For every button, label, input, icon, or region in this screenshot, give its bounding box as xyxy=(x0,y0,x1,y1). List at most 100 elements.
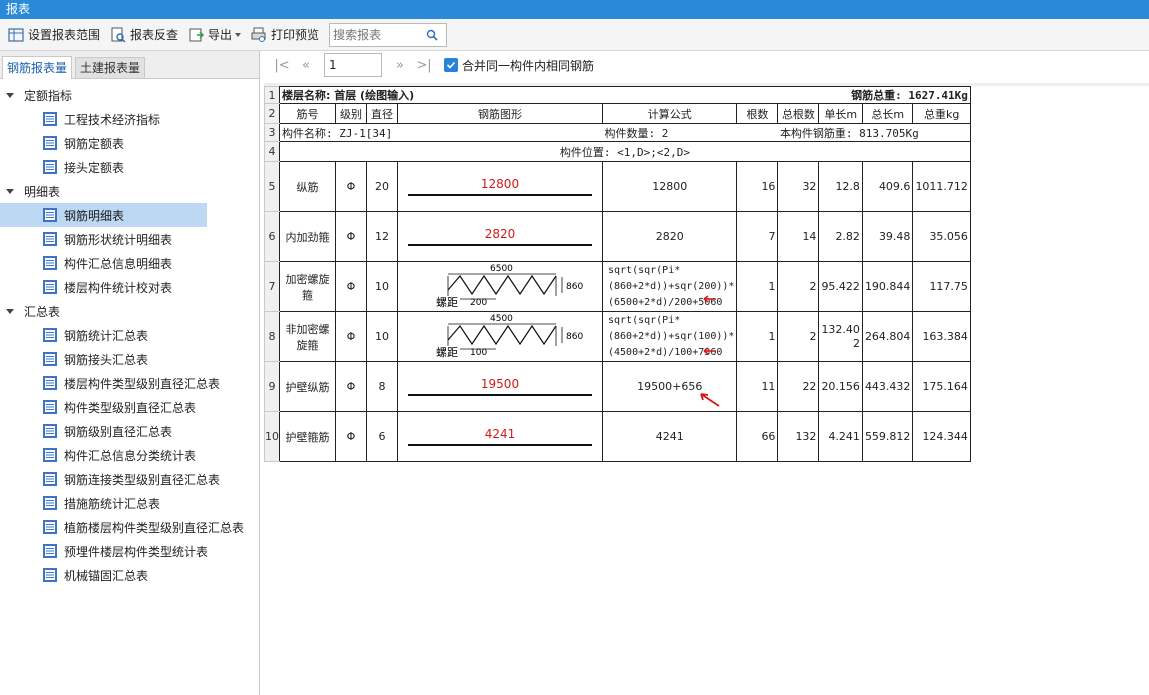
tree-item[interactable]: 植筋楼层构件类型级别直径汇总表 xyxy=(0,515,259,539)
pitch-value: 200 xyxy=(470,298,487,308)
tree-item[interactable]: 机械锚固汇总表 xyxy=(0,563,259,587)
tree-item[interactable]: 钢筋定额表 xyxy=(0,131,259,155)
tree-item[interactable]: 预埋件楼层构件类型统计表 xyxy=(0,539,259,563)
search-box[interactable] xyxy=(329,22,448,47)
bar-shape: 2820 xyxy=(397,211,603,262)
tree-item[interactable]: 构件汇总信息分类统计表 xyxy=(0,443,259,467)
component-info-row: 3 构件名称: ZJ-1[34] 构件数量: 2 本构件钢筋重: 813.705… xyxy=(264,123,971,142)
set-range-label: 设置报表范围 xyxy=(28,28,101,42)
tree-group-quota[interactable]: 定额指标 xyxy=(0,83,259,107)
tree-item[interactable]: 楼层构件统计校对表 xyxy=(0,275,259,299)
bar-shape: 4241 xyxy=(397,411,603,462)
component-name: 构件名称: ZJ-1[34] xyxy=(279,123,603,142)
table-row[interactable]: 5 纵筋 Φ 20 12800 12800 16 32 12.8 409.6 1… xyxy=(264,161,971,212)
tree-item[interactable]: 钢筋连接类型级别直径汇总表 xyxy=(0,467,259,491)
diameter: 8 xyxy=(366,361,398,412)
formula: sqrt(sqr(Pi*(860+2*d))+sqr(200))*(6500+2… xyxy=(608,264,735,308)
page-number-input[interactable]: 1 xyxy=(324,53,382,77)
col-header: 根数 xyxy=(736,103,779,124)
report-doc-icon xyxy=(43,520,57,534)
pitch-value: 100 xyxy=(470,348,487,358)
tree-item-label: 钢筋统计汇总表 xyxy=(64,328,149,343)
total-weight-cell: 117.75 xyxy=(912,261,971,312)
tree-item[interactable]: 钢筋级别直径汇总表 xyxy=(0,419,259,443)
set-range-button[interactable]: 设置报表范围 xyxy=(4,23,104,47)
count: 16 xyxy=(736,161,779,212)
col-header: 总根数 xyxy=(777,103,820,124)
bar-name: 护壁箍筋 xyxy=(279,411,336,462)
pitch-label: 螺距 xyxy=(436,346,458,358)
tree-item-label: 楼层构件统计校对表 xyxy=(64,280,173,295)
table-row[interactable]: 10 护壁箍筋 Φ 6 4241 4241 66 132 4.241 559.8… xyxy=(264,411,971,462)
search-icon[interactable] xyxy=(422,24,442,46)
tree-group-detail[interactable]: 明细表 xyxy=(0,179,259,203)
bar-name: 内加劲箍 xyxy=(279,211,336,262)
next-page-icon[interactable]: » xyxy=(388,53,412,77)
tree-item[interactable]: 措施筋统计汇总表 xyxy=(0,491,259,515)
report-reverse-icon xyxy=(111,27,126,42)
table-row[interactable]: 7 加密螺旋箍 Φ 10 6500 860 螺距 200 sqrt(sqr(Pi… xyxy=(264,261,971,312)
tab-rebar-report[interactable]: 钢筋报表量 xyxy=(2,56,73,79)
grade-symbol: Φ xyxy=(335,261,367,312)
first-page-icon[interactable]: |< xyxy=(270,53,294,77)
red-arrow-icon xyxy=(700,393,720,407)
search-input[interactable] xyxy=(330,23,423,46)
total-weight: 钢筋总重: 1627.41Kg xyxy=(777,86,971,104)
report-doc-icon xyxy=(43,256,57,270)
export-label: 导出 xyxy=(208,28,233,42)
diameter: 12 xyxy=(366,211,398,262)
total-length: 190.844 xyxy=(861,261,914,312)
tree-item[interactable]: 钢筋形状统计明细表 xyxy=(0,227,259,251)
tree-item-label: 预埋件楼层构件类型统计表 xyxy=(64,544,209,559)
expand-arrow-icon[interactable] xyxy=(6,308,14,314)
grade-symbol: Φ xyxy=(335,361,367,412)
expand-arrow-icon[interactable] xyxy=(6,188,14,194)
bar-shape: 12800 xyxy=(397,161,603,212)
report-doc-icon xyxy=(43,112,57,126)
last-page-icon[interactable]: >| xyxy=(412,53,436,77)
formula-cell: sqrt(sqr(Pi*(860+2*d))+sqr(100))*(4500+2… xyxy=(601,311,738,362)
prev-page-icon[interactable]: « xyxy=(294,53,318,77)
tree-item[interactable]: 构件类型级别直径汇总表 xyxy=(0,395,259,419)
tab-civil-report[interactable]: 土建报表量 xyxy=(75,57,146,78)
table-row[interactable]: 6 内加劲箍 Φ 12 2820 2820 7 14 2.82 39.48 35… xyxy=(264,211,971,262)
shape-length: 4241 xyxy=(484,427,516,441)
col-header: 钢筋图形 xyxy=(397,103,603,124)
spiral-diameter: 860 xyxy=(566,332,583,342)
tree-item[interactable]: 钢筋统计汇总表 xyxy=(0,323,259,347)
bar-name: 加密螺旋箍 xyxy=(279,261,336,312)
formula: 4241 xyxy=(601,411,738,462)
table-row[interactable]: 8 非加密螺旋箍 Φ 10 4500 860 螺距 100 sqrt(sqr(P… xyxy=(264,311,971,362)
col-header: 直径 xyxy=(366,103,398,124)
tree-item-label: 接头定额表 xyxy=(64,160,125,175)
tree-item-label: 楼层构件类型级别直径汇总表 xyxy=(64,376,221,391)
tree-item-label: 钢筋形状统计明细表 xyxy=(64,232,173,247)
tree-item[interactable]: 钢筋接头汇总表 xyxy=(0,347,259,371)
report-doc-icon xyxy=(43,160,57,174)
tree-item[interactable]: 楼层构件类型级别直径汇总表 xyxy=(0,371,259,395)
expand-arrow-icon[interactable] xyxy=(6,92,14,98)
export-button[interactable]: 导出 xyxy=(184,23,245,47)
merge-checkbox[interactable]: 合并同一构件内相同钢筋 xyxy=(444,57,594,74)
report-doc-icon xyxy=(43,472,57,486)
tree-group-summary[interactable]: 汇总表 xyxy=(0,299,259,323)
tree-item-label: 钢筋接头汇总表 xyxy=(64,352,149,367)
tree-item-selected[interactable]: 钢筋明细表 xyxy=(0,203,207,227)
window-title: 报表 xyxy=(0,0,1149,19)
reverse-check-button[interactable]: 报表反查 xyxy=(106,23,182,47)
tree-item[interactable]: 构件汇总信息明细表 xyxy=(0,251,259,275)
col-header: 总长m xyxy=(861,103,914,124)
diameter: 10 xyxy=(366,311,398,362)
tree-item[interactable]: 接头定额表 xyxy=(0,155,259,179)
print-preview-button[interactable]: 打印预览 xyxy=(247,23,323,47)
spiral-diameter: 860 xyxy=(566,282,583,292)
component-weight: 本构件钢筋重: 813.705Kg xyxy=(777,123,971,142)
bar-name: 护壁纵筋 xyxy=(279,361,336,412)
checkbox-checked-icon[interactable] xyxy=(444,58,458,72)
tree-item[interactable]: 工程技术经济指标 xyxy=(0,107,259,131)
diameter: 6 xyxy=(366,411,398,462)
table-row[interactable]: 9 护壁纵筋 Φ 8 19500 19500+656 11 22 20.156 … xyxy=(264,361,971,412)
grade-symbol: Φ xyxy=(335,211,367,262)
grade-symbol: Φ xyxy=(335,161,367,212)
report-doc-icon xyxy=(43,424,57,438)
